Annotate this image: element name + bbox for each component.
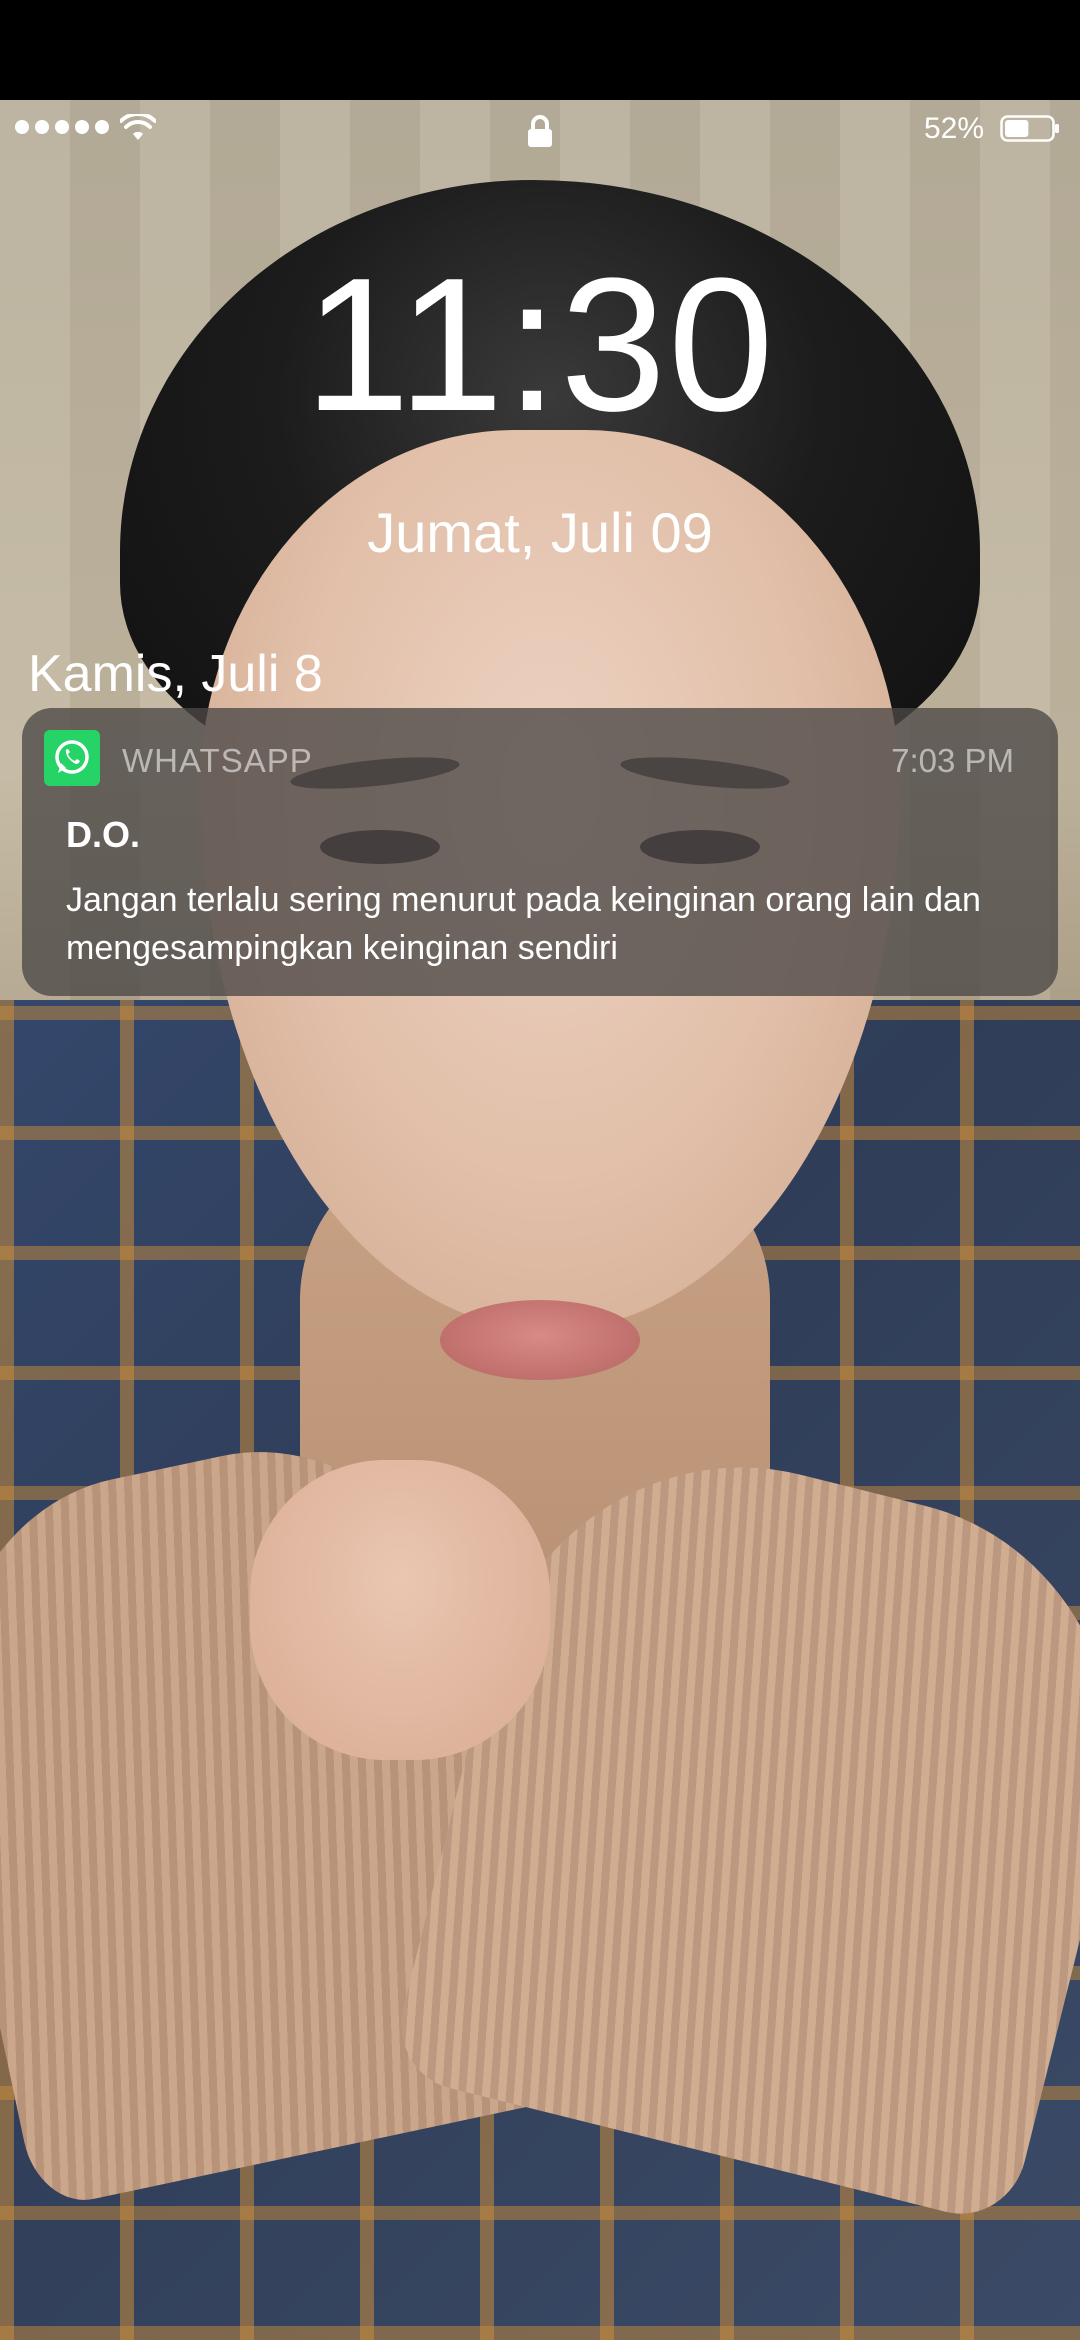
lock-icon [528,115,552,147]
signal-dot [15,120,29,134]
wallpaper-hand [250,1460,550,1760]
wallpaper-lips [440,1300,640,1380]
lock-clock: 11:30 [304,239,776,451]
notification-app-name: WHATSAPP [122,742,313,779]
lock-screen: 52% 11:30 Jumat, Juli 09 Kamis, Juli 8 W… [0,0,1080,2340]
battery-percent: 52% [923,112,984,145]
notification-section-date: Kamis, Juli 8 [28,645,323,703]
top-bezel [0,0,1080,100]
signal-dot [35,120,49,134]
signal-icon [15,120,109,134]
whatsapp-icon [44,730,100,786]
signal-dot [75,120,89,134]
signal-dot [55,120,69,134]
wifi-icon [120,114,156,140]
battery-level-fill [1005,120,1029,137]
notification-message: Jangan terlalu sering menurut pada keing… [66,881,981,967]
notification-time: 7:03 PM [891,742,1014,779]
whatsapp-notification[interactable]: WHATSAPP 7:03 PM D.O. Jangan terlalu ser… [22,708,1058,996]
notification-sender: D.O. [66,814,141,855]
status-bar: 52% [0,100,1080,160]
signal-dot [95,120,109,134]
lock-date: Jumat, Juli 09 [367,501,713,564]
battery-icon [1000,115,1059,142]
